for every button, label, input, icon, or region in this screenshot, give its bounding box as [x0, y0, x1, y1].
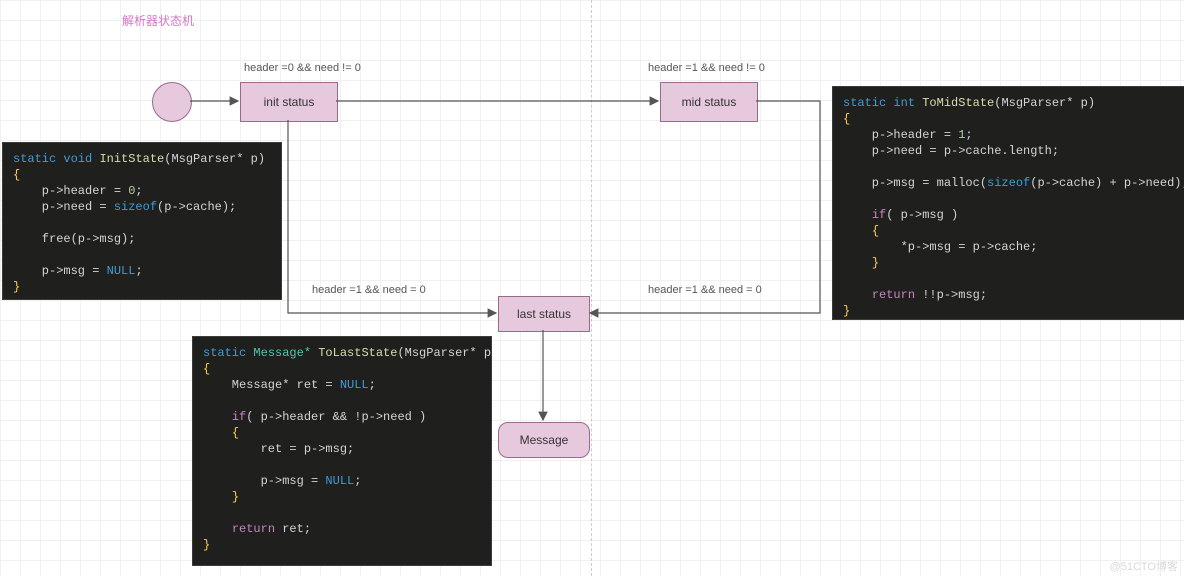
node-init: init status	[240, 82, 338, 122]
diagram-title: 解析器状态机	[122, 12, 194, 29]
edge-label-init-last: header =1 && need = 0	[312, 284, 426, 296]
node-mid: mid status	[660, 82, 758, 122]
watermark: @51CTO博客	[1110, 558, 1178, 574]
edge-label-to-mid: header =1 && need != 0	[648, 62, 765, 74]
node-message: Message	[498, 422, 590, 458]
code-tolaststate: static Message* ToLastState(MsgParser* p…	[192, 336, 492, 566]
start-node	[152, 82, 192, 122]
code-tomidstate: static int ToMidState(MsgParser* p) { p-…	[832, 86, 1184, 320]
node-last: last status	[498, 296, 590, 332]
code-initstate: static void InitState(MsgParser* p) { p-…	[2, 142, 282, 300]
page-divider	[591, 0, 592, 576]
edge-label-mid-last: header =1 && need = 0	[648, 284, 762, 296]
edge-label-to-init: header =0 && need != 0	[244, 62, 361, 74]
